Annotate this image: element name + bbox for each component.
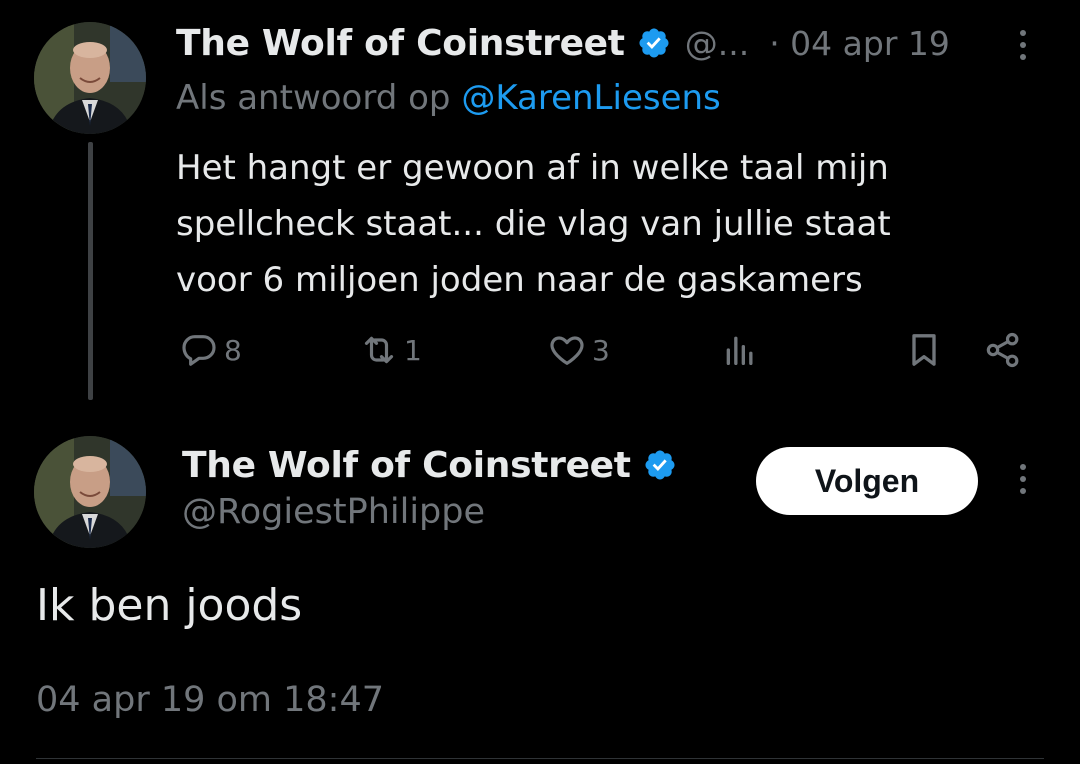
retweet-icon (364, 336, 394, 364)
author-handle[interactable]: @RogiestPhilippe (182, 492, 485, 532)
author-avatar[interactable] (34, 22, 146, 134)
reply-context: Als antwoord op @KarenLiesens (176, 78, 721, 118)
bookmark-button[interactable] (904, 330, 944, 370)
verified-badge-icon (643, 448, 677, 482)
author-handle[interactable]: @... (685, 24, 749, 63)
retweet-button[interactable]: 1 (356, 330, 422, 370)
main-tweet-header: The Wolf of Coinstreet (182, 440, 677, 490)
avatar-photo-icon (34, 436, 146, 548)
views-icon (726, 336, 753, 365)
avatar-photo-icon (34, 22, 146, 134)
share-icon (986, 332, 1019, 368)
reply-icon (182, 335, 216, 366)
tweet-action-bar: 8 1 3 (176, 330, 1036, 374)
more-options-icon[interactable] (1020, 464, 1028, 500)
tweet-text-line: spellcheck staat... die vlag van jullie … (176, 204, 891, 244)
like-button[interactable]: 3 (544, 330, 610, 370)
reply-to-mention[interactable]: @KarenLiesens (461, 78, 720, 118)
heart-icon (550, 336, 584, 365)
tweet-timestamp[interactable]: 04 apr 19 om 18:47 (36, 680, 384, 720)
author-avatar[interactable] (34, 436, 146, 548)
author-name[interactable]: The Wolf of Coinstreet (182, 445, 631, 486)
tweet-date[interactable]: · 04 apr 19 (769, 24, 950, 63)
tweet-text-line: Het hangt er gewoon af in welke taal mij… (176, 148, 889, 188)
retweet-count: 1 (404, 333, 422, 367)
main-tweet-text: Ik ben joods (36, 580, 303, 631)
share-button[interactable] (982, 330, 1024, 370)
reply-tweet-header: The Wolf of Coinstreet @... · 04 apr 19 (176, 18, 950, 68)
thread-connector-line (88, 142, 93, 400)
divider (36, 758, 1044, 759)
reply-button[interactable]: 8 (176, 330, 242, 370)
views-button[interactable] (720, 330, 760, 370)
bookmark-icon (912, 334, 936, 366)
author-name[interactable]: The Wolf of Coinstreet (176, 23, 625, 64)
follow-button[interactable]: Volgen (756, 447, 978, 515)
reply-prefix: Als antwoord op (176, 78, 451, 118)
reply-tweet-text: Het hangt er gewoon af in welke taal mij… (176, 140, 1036, 308)
more-options-icon[interactable] (1020, 30, 1028, 66)
like-count: 3 (592, 333, 610, 367)
tweet-text-line: voor 6 miljoen joden naar de gaskamers (176, 260, 863, 300)
reply-count: 8 (224, 333, 242, 367)
verified-badge-icon (637, 26, 671, 60)
